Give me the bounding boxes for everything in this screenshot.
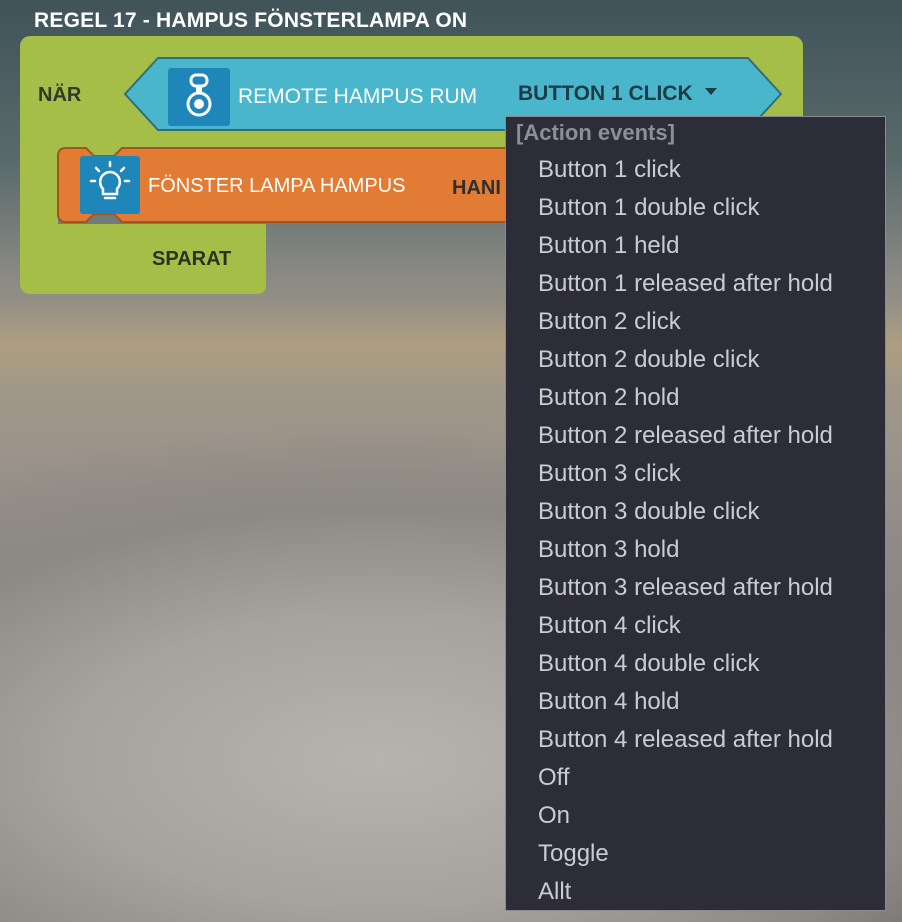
lightbulb-icon xyxy=(80,156,140,214)
when-label: NÄR xyxy=(38,84,82,106)
dropdown-option[interactable]: Button 1 held xyxy=(506,227,885,265)
dropdown-options: Button 1 click Button 1 double click But… xyxy=(506,151,885,911)
dropdown-option[interactable]: Button 2 click xyxy=(506,303,885,341)
trigger-device-name: REMOTE HAMPUS RUM xyxy=(238,85,478,108)
dropdown-option[interactable]: Button 1 click xyxy=(506,151,885,189)
action-device-name: FÖNSTER LAMPA HAMPUS xyxy=(148,175,406,197)
dropdown-option[interactable]: Allt xyxy=(506,873,885,911)
dropdown-option[interactable]: Off xyxy=(506,759,885,797)
event-dropdown-menu[interactable]: [Action events] Button 1 click Button 1 … xyxy=(505,116,886,911)
dropdown-option[interactable]: Button 1 double click xyxy=(506,189,885,227)
dropdown-option[interactable]: Button 4 hold xyxy=(506,683,885,721)
dropdown-option[interactable]: Button 2 hold xyxy=(506,379,885,417)
dropdown-option[interactable]: Button 3 released after hold xyxy=(506,569,885,607)
dropdown-group-header: [Action events] xyxy=(516,120,675,145)
dropdown-option[interactable]: On xyxy=(506,797,885,835)
action-value-dropdown[interactable]: HANI xyxy=(452,177,501,200)
dropdown-option[interactable]: Toggle xyxy=(506,835,885,873)
trigger-event-dropdown[interactable]: BUTTON 1 CLICK xyxy=(518,82,717,106)
save-status[interactable]: SPARAT xyxy=(152,248,231,271)
dropdown-option[interactable]: Button 3 double click xyxy=(506,493,885,531)
remote-keyfob-icon xyxy=(168,68,230,126)
dropdown-option[interactable]: Button 4 released after hold xyxy=(506,721,885,759)
dropdown-option[interactable]: Button 2 released after hold xyxy=(506,417,885,455)
dropdown-option[interactable]: Button 1 released after hold xyxy=(506,265,885,303)
trigger-event-value: BUTTON 1 CLICK xyxy=(518,82,693,105)
dropdown-option[interactable]: Button 3 click xyxy=(506,455,885,493)
rule-title: REGEL 17 - HAMPUS FÖNSTERLAMPA ON xyxy=(34,9,468,32)
caret-down-icon xyxy=(704,87,717,95)
dropdown-option[interactable]: Button 2 double click xyxy=(506,341,885,379)
dropdown-option[interactable]: Button 4 click xyxy=(506,607,885,645)
dropdown-option[interactable]: Button 4 double click xyxy=(506,645,885,683)
dropdown-option[interactable]: Button 3 hold xyxy=(506,531,885,569)
